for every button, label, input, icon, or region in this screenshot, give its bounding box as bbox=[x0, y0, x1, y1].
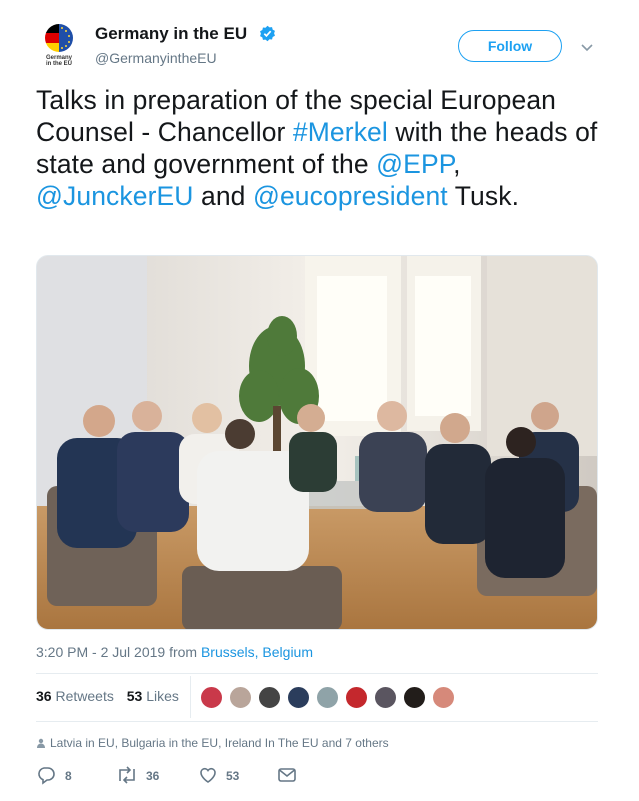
meeting-room-photo bbox=[37, 256, 597, 629]
tweet-text: Talks in preparation of the special Euro… bbox=[36, 84, 611, 212]
location-link[interactable]: Brussels, Belgium bbox=[201, 644, 313, 660]
liker-avatar[interactable] bbox=[200, 686, 223, 709]
follow-button[interactable]: Follow bbox=[458, 30, 562, 62]
tweet-text-part: Tusk. bbox=[447, 181, 520, 211]
timestamp-time[interactable]: 3:20 PM - 2 Jul 2019 bbox=[36, 644, 165, 660]
account-avatar[interactable]: Germany in the EU bbox=[36, 22, 82, 68]
account-name[interactable]: Germany in the EU bbox=[95, 24, 247, 44]
timestamp-from: from bbox=[165, 644, 201, 660]
liker-avatar[interactable] bbox=[258, 686, 281, 709]
retweet-icon bbox=[119, 766, 135, 784]
tweet-timestamp: 3:20 PM - 2 Jul 2019 from Brussels, Belg… bbox=[36, 644, 313, 660]
hashtag-link[interactable]: #Merkel bbox=[293, 117, 388, 147]
mention-link[interactable]: @eucopresident bbox=[253, 181, 448, 211]
chevron-down-icon[interactable] bbox=[580, 40, 594, 54]
heart-icon bbox=[200, 767, 216, 783]
reply-icon bbox=[38, 767, 55, 785]
tweet-photo[interactable] bbox=[36, 255, 598, 630]
tweet-text-part: and bbox=[193, 181, 253, 211]
germany-eu-flag-icon bbox=[45, 24, 73, 52]
verified-badge-icon bbox=[260, 25, 275, 42]
liker-avatar[interactable] bbox=[287, 686, 310, 709]
avatar-caption: Germany in the EU bbox=[45, 55, 72, 67]
liked-by-context[interactable]: Latvia in EU, Bulgaria in the EU, Irelan… bbox=[36, 736, 389, 750]
envelope-icon bbox=[278, 768, 296, 782]
liker-avatar[interactable] bbox=[345, 686, 368, 709]
account-handle[interactable]: @GermanyintheEU bbox=[95, 50, 217, 66]
liker-avatar[interactable] bbox=[403, 686, 426, 709]
liker-avatar[interactable] bbox=[432, 686, 455, 709]
engagement-stats: 36 Retweets 53 Likes bbox=[36, 688, 179, 704]
divider bbox=[190, 676, 191, 718]
liked-by-text: Latvia in EU, Bulgaria in the EU, Irelan… bbox=[50, 736, 389, 750]
liker-avatar[interactable] bbox=[229, 686, 252, 709]
retweets-stat[interactable]: 36 Retweets bbox=[36, 688, 114, 704]
mention-link[interactable]: @JunckerEU bbox=[36, 181, 194, 211]
liker-avatar[interactable] bbox=[374, 686, 397, 709]
tweet-text-part: , bbox=[453, 149, 461, 179]
mention-link[interactable]: @EPP bbox=[376, 149, 453, 179]
divider bbox=[36, 673, 598, 674]
person-icon bbox=[37, 738, 45, 748]
divider bbox=[36, 721, 598, 722]
likes-stat[interactable]: 53 Likes bbox=[127, 688, 179, 704]
liker-avatar[interactable] bbox=[316, 686, 339, 709]
